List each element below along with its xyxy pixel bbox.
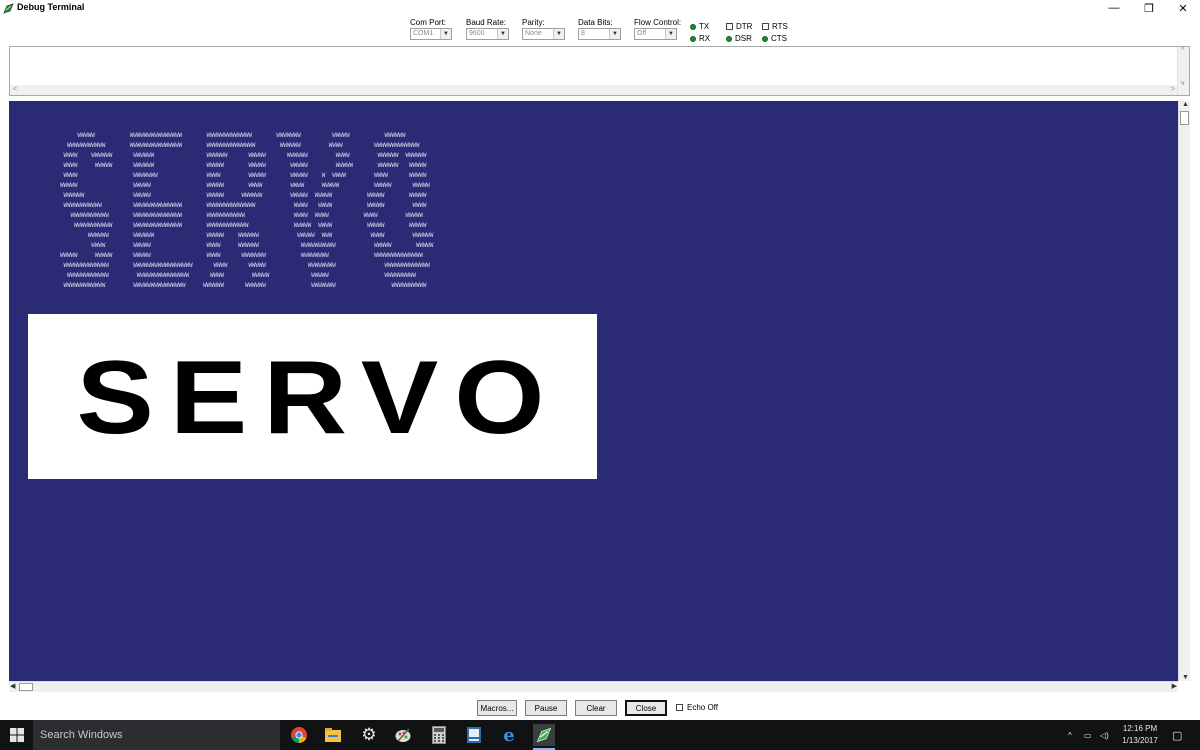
scroll-right-icon[interactable]: ▶ [1172, 682, 1177, 690]
flow-control-value: Off [637, 30, 647, 37]
edge-icon[interactable]: e [498, 724, 520, 746]
calculator-icon[interactable] [428, 724, 450, 746]
chevron-down-icon: ▼ [665, 29, 676, 39]
volume-glyph: ◁) [1100, 730, 1109, 740]
com-port-label: Com Port: [410, 18, 447, 27]
dsr-indicator: DSR [726, 34, 752, 43]
rx-indicator: RX [690, 34, 710, 43]
baud-rate-value: 9600 [469, 30, 485, 37]
network-glyph: ▭ [1084, 730, 1092, 740]
transmit-horizontal-scrollbar[interactable]: < > [10, 85, 1177, 95]
chevron-down-icon: ▼ [440, 29, 451, 39]
data-bits-select[interactable]: 8 ▼ [578, 28, 621, 40]
com-port-value: COM1 [413, 30, 434, 37]
clock-time: 12:16 PM [1122, 724, 1158, 733]
receive-terminal[interactable]: WWWWW WWWWWWWWWWWWWWW WWWWWWWWWWWWW WWWW… [9, 101, 1178, 681]
scroll-right-icon[interactable]: > [1171, 86, 1175, 93]
paint-icon[interactable] [392, 724, 414, 746]
close-window-button[interactable]: ✕ [1166, 0, 1200, 16]
document-icon[interactable] [463, 724, 485, 746]
rts-checkbox-box[interactable] [762, 23, 769, 30]
clock[interactable]: 12:16 PM 1/13/2017 [1115, 723, 1165, 747]
close-button[interactable]: Close [625, 700, 667, 716]
scroll-up-icon[interactable]: ^ [1181, 47, 1184, 54]
minimize-button[interactable]: — [1097, 0, 1131, 16]
chevron-down-icon: ▼ [497, 29, 508, 39]
cts-indicator: CTS [762, 34, 787, 43]
debug-terminal-taskbar-icon[interactable] [533, 724, 555, 750]
show-hidden-icons-button[interactable]: ^ [1068, 720, 1072, 750]
chrome-icon[interactable] [288, 724, 310, 746]
chevron-up-icon: ^ [1068, 730, 1072, 740]
scroll-down-icon[interactable]: v [1181, 80, 1185, 87]
volume-icon[interactable]: ◁) [1100, 720, 1109, 750]
chevron-down-icon: ▼ [553, 29, 564, 39]
servo-banner: SERVO [28, 314, 597, 479]
data-bits-label: Data Bits: [578, 18, 613, 27]
cts-label: CTS [771, 34, 787, 43]
flow-control-label: Flow Control: [634, 18, 682, 27]
network-icon[interactable]: ▭ [1084, 720, 1092, 750]
parity-value: None [525, 30, 542, 37]
vertical-scroll-thumb[interactable] [1180, 111, 1189, 125]
window-title: Debug Terminal [17, 2, 85, 12]
dtr-label: DTR [736, 22, 753, 31]
terminal-horizontal-scrollbar[interactable]: ◀ ▶ [9, 681, 1178, 692]
rts-label: RTS [772, 22, 788, 31]
terminal-vertical-scrollbar[interactable]: ▲ ▼ [1178, 101, 1190, 681]
transmit-vertical-scrollbar[interactable]: ^ v [1177, 47, 1189, 95]
com-port-select[interactable]: COM1 ▼ [410, 28, 452, 40]
dtr-checkbox-box[interactable] [726, 23, 733, 30]
ascii-art-output: WWWWW WWWWWWWWWWWWWWW WWWWWWWWWWWWW WWWW… [59, 133, 434, 289]
parity-label: Parity: [522, 18, 545, 27]
chevron-down-icon: ▼ [609, 29, 620, 39]
cts-led-icon [762, 35, 768, 42]
echo-off-label: Echo Off [687, 703, 718, 712]
baud-rate-select[interactable]: 9600 ▼ [466, 28, 509, 40]
rx-label: RX [699, 34, 711, 43]
title-bar: Debug Terminal — ❐ ✕ [0, 0, 1200, 16]
notification-glyph: ▢ [1172, 729, 1183, 742]
scroll-down-icon[interactable]: ▼ [1182, 674, 1189, 681]
taskbar: Search Windows ⚙ e ^ ▭ ◁) 12:16 PM 1/13/… [0, 720, 1200, 750]
dsr-label: DSR [735, 34, 752, 43]
horizontal-scroll-thumb[interactable] [19, 683, 33, 691]
tx-label: TX [699, 22, 710, 31]
parity-select[interactable]: None ▼ [522, 28, 565, 40]
data-bits-value: 8 [581, 30, 585, 37]
flow-control-select[interactable]: Off ▼ [634, 28, 677, 40]
notification-icon[interactable]: ▢ [1172, 720, 1182, 750]
scroll-left-icon[interactable]: < [13, 86, 17, 93]
echo-off-checkbox-box[interactable] [676, 704, 683, 711]
dtr-checkbox[interactable]: DTR [726, 22, 752, 31]
clear-button[interactable]: Clear [575, 700, 617, 716]
servo-banner-text: SERVO [76, 338, 561, 455]
dsr-led-icon [726, 35, 732, 42]
windows-logo-icon [9, 728, 24, 742]
clock-date: 1/13/2017 [1122, 736, 1158, 745]
debug-terminal-icon [3, 3, 14, 14]
search-placeholder: Search Windows [40, 729, 123, 741]
pause-button[interactable]: Pause [525, 700, 567, 716]
maximize-button[interactable]: ❐ [1132, 0, 1166, 16]
search-box[interactable]: Search Windows [33, 720, 280, 750]
scroll-left-icon[interactable]: ◀ [10, 682, 15, 690]
file-explorer-icon[interactable] [322, 724, 344, 746]
settings-icon[interactable]: ⚙ [358, 724, 380, 746]
start-button[interactable] [0, 720, 33, 750]
echo-off-checkbox[interactable]: Echo Off [676, 703, 718, 712]
rx-led-icon [690, 35, 696, 42]
tx-led-icon [690, 23, 696, 30]
baud-rate-label: Baud Rate: [466, 18, 507, 27]
scroll-up-icon[interactable]: ▲ [1182, 101, 1189, 108]
tx-indicator: TX [690, 22, 709, 31]
transmit-input[interactable]: ^ v < > [9, 46, 1190, 96]
macros-button[interactable]: Macros... [477, 700, 517, 716]
rts-checkbox[interactable]: RTS [762, 22, 788, 31]
